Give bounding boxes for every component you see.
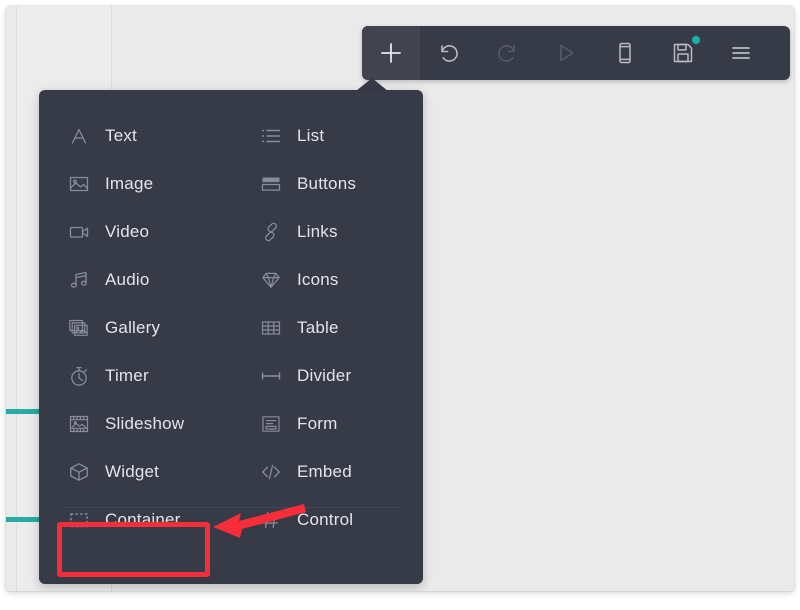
- menu-item-label: List: [297, 126, 325, 145]
- menu-item-label: Audio: [105, 270, 150, 289]
- menu-item-gallery[interactable]: Gallery: [39, 304, 231, 352]
- device-preview-button[interactable]: [596, 26, 654, 80]
- menu-item-label: Slideshow: [105, 414, 185, 433]
- container-dashed-square-icon: [66, 507, 92, 533]
- menu-item-label: Divider: [297, 366, 352, 385]
- redo-button[interactable]: [478, 26, 536, 80]
- menu-item-icons[interactable]: Icons: [231, 256, 423, 304]
- slideshow-filmstrip-icon: [66, 411, 92, 437]
- dropdown-left-column: Text Image Video Audio Gallery Timer Sli…: [39, 90, 231, 584]
- menu-item-image[interactable]: Image: [39, 160, 231, 208]
- editor-canvas[interactable]: Text Image Video Audio Gallery Timer Sli…: [6, 6, 794, 591]
- undo-button[interactable]: [420, 26, 478, 80]
- menu-item-form[interactable]: Form: [231, 400, 423, 448]
- list-bullet-icon: [258, 123, 284, 149]
- menu-item-label: Video: [105, 222, 150, 241]
- menu-button[interactable]: [712, 26, 770, 80]
- text-letter-a-icon: [66, 123, 92, 149]
- links-chain-icon: [258, 219, 284, 245]
- timer-stopwatch-icon: [66, 363, 92, 389]
- dropdown-right-column: List Buttons Links Icons Table Divider F…: [231, 90, 423, 584]
- audio-music-note-icon: [66, 267, 92, 293]
- menu-item-label: Gallery: [105, 318, 161, 337]
- add-element-button[interactable]: [362, 26, 420, 80]
- divider-horizontal-rule-icon: [258, 363, 284, 389]
- menu-item-label: Text: [105, 126, 137, 145]
- menu-item-text[interactable]: Text: [39, 112, 231, 160]
- video-camera-icon: [66, 219, 92, 245]
- unsaved-changes-dot: [692, 36, 700, 44]
- menu-item-label: Widget: [105, 462, 160, 481]
- gallery-stacked-photos-icon: [66, 315, 92, 341]
- menu-item-buttons[interactable]: Buttons: [231, 160, 423, 208]
- menu-item-widget[interactable]: Widget: [39, 448, 231, 496]
- save-button[interactable]: [654, 26, 712, 80]
- undo-icon: [436, 40, 462, 66]
- menu-item-label: Control: [297, 510, 354, 529]
- control-hash-icon: [258, 507, 284, 533]
- menu-item-slideshow[interactable]: Slideshow: [39, 400, 231, 448]
- menu-item-links[interactable]: Links: [231, 208, 423, 256]
- plus-icon: [377, 39, 405, 67]
- embed-code-brackets-icon: [258, 459, 284, 485]
- menu-item-label: Container: [105, 510, 181, 529]
- editor-screen: Text Image Video Audio Gallery Timer Sli…: [0, 0, 800, 610]
- menu-item-embed[interactable]: Embed: [231, 448, 423, 496]
- menu-item-label: Embed: [297, 462, 352, 481]
- menu-item-label: Table: [297, 318, 339, 337]
- widget-cube-icon: [66, 459, 92, 485]
- preview-button[interactable]: [536, 26, 596, 80]
- menu-item-label: Form: [297, 414, 338, 433]
- menu-item-audio[interactable]: Audio: [39, 256, 231, 304]
- menu-item-timer[interactable]: Timer: [39, 352, 231, 400]
- floppy-disk-save-icon: [670, 40, 696, 66]
- editor-toolbar: [362, 26, 790, 80]
- image-picture-icon: [66, 171, 92, 197]
- hamburger-menu-icon: [727, 39, 755, 67]
- menu-item-list[interactable]: List: [231, 112, 423, 160]
- add-element-dropdown: Text Image Video Audio Gallery Timer Sli…: [39, 90, 423, 584]
- menu-item-label: Buttons: [297, 174, 357, 193]
- menu-item-label: Icons: [297, 270, 339, 289]
- icons-diamond-gem-icon: [258, 267, 284, 293]
- menu-item-label: Image: [105, 174, 154, 193]
- menu-item-table[interactable]: Table: [231, 304, 423, 352]
- menu-item-control[interactable]: Control: [231, 496, 423, 544]
- buttons-bar-icon: [258, 171, 284, 197]
- table-grid-icon: [258, 315, 284, 341]
- menu-item-label: Timer: [105, 366, 149, 385]
- menu-item-label: Links: [297, 222, 338, 241]
- menu-item-video[interactable]: Video: [39, 208, 231, 256]
- mobile-device-icon: [612, 40, 638, 66]
- menu-item-container[interactable]: Container: [39, 496, 231, 544]
- menu-item-divider[interactable]: Divider: [231, 352, 423, 400]
- form-document-icon: [258, 411, 284, 437]
- redo-icon: [494, 40, 520, 66]
- play-triangle-icon: [553, 40, 579, 66]
